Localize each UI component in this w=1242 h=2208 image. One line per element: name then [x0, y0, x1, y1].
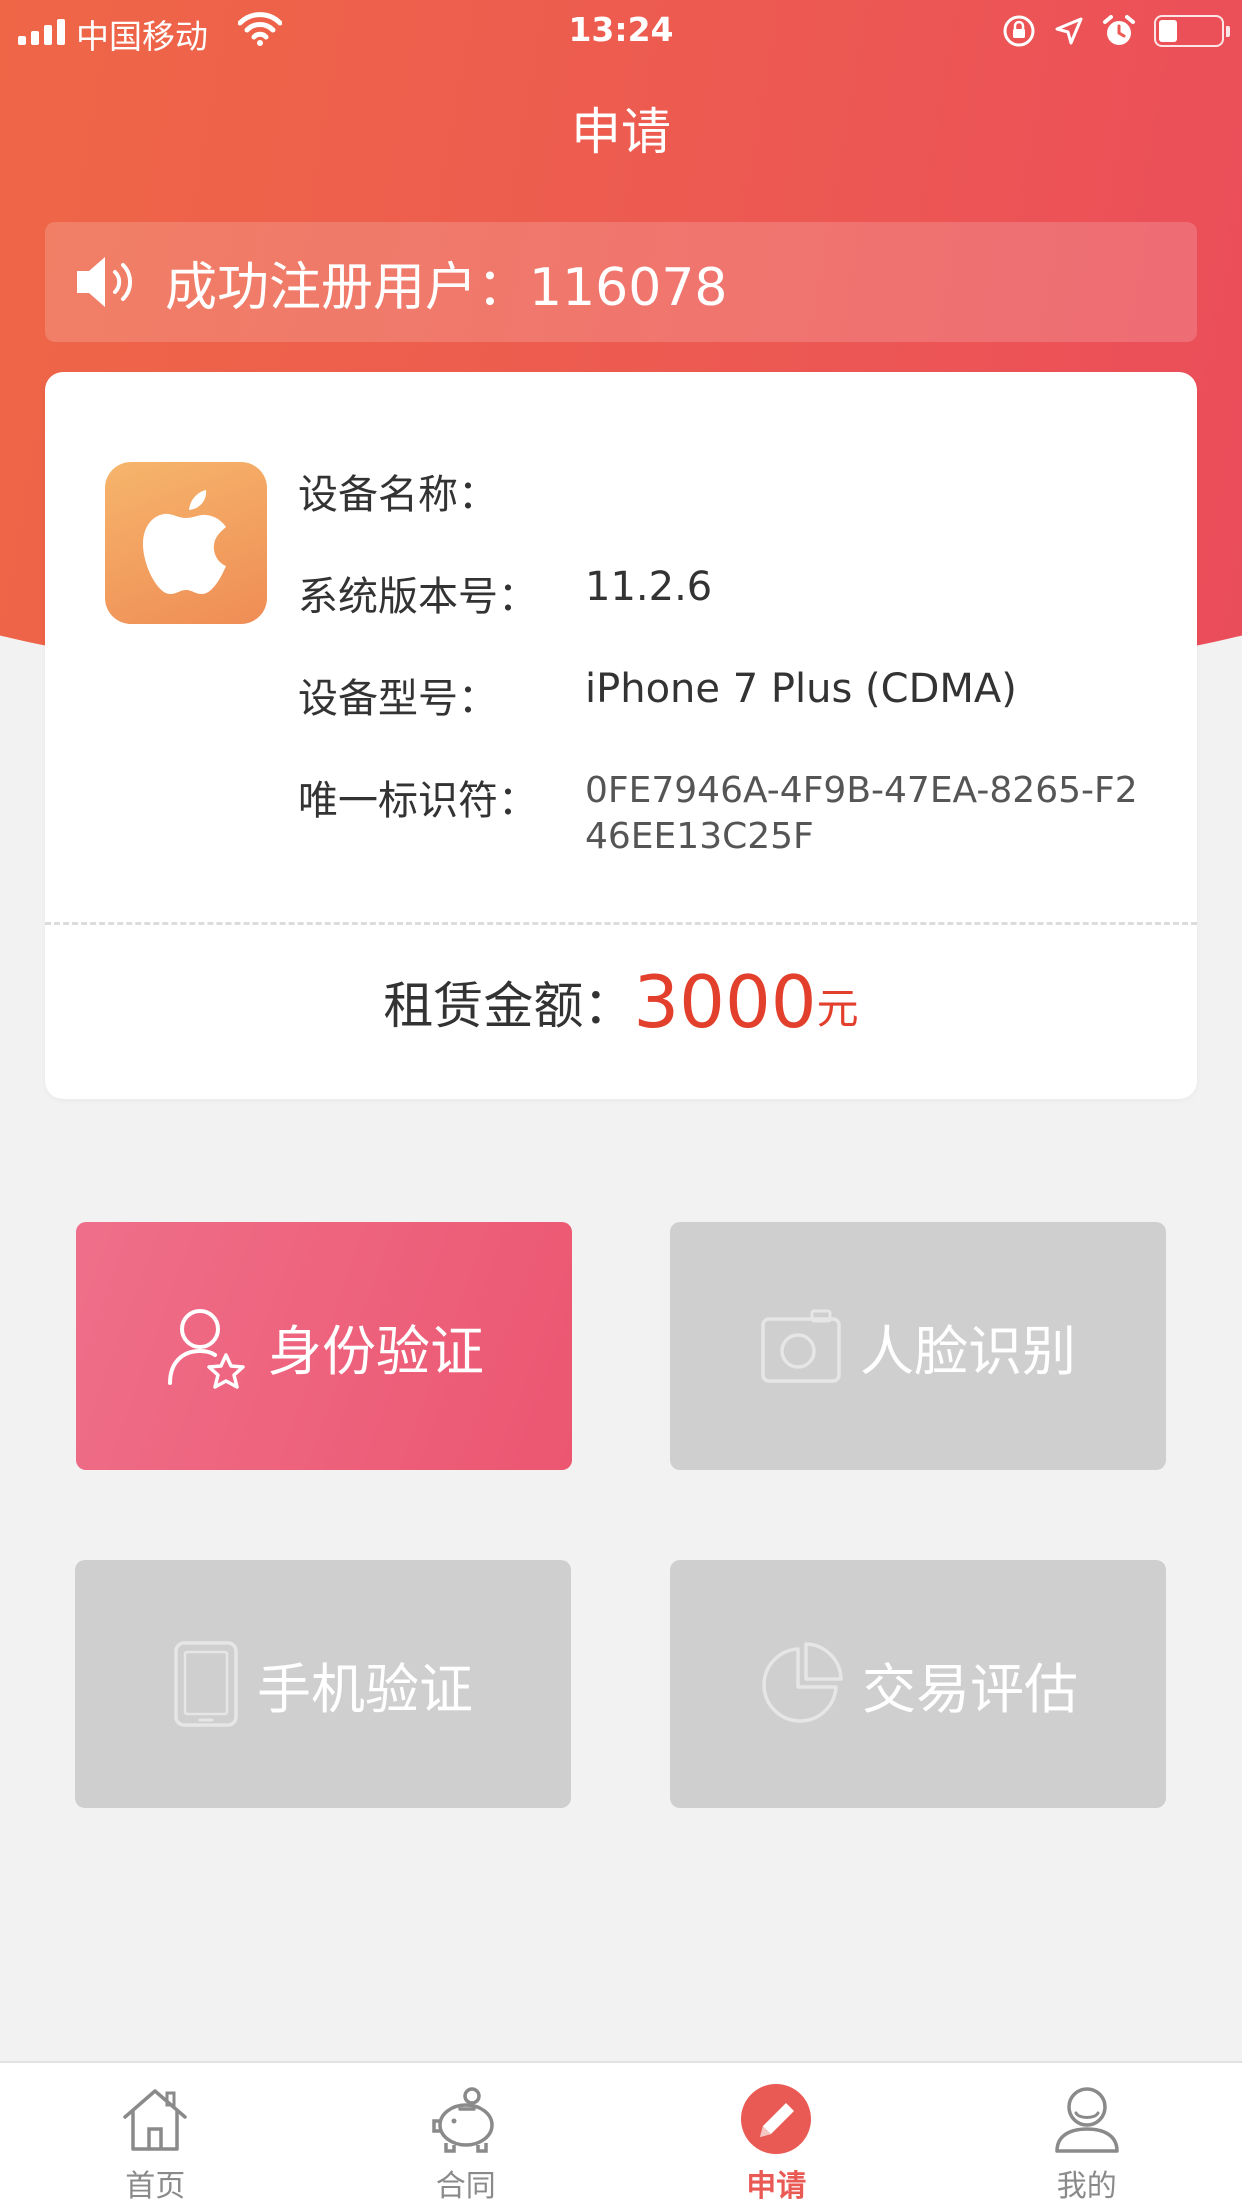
rental-amount: 租赁金额：3000元: [45, 960, 1197, 1044]
rental-amount-label: 租赁金额：: [383, 977, 634, 1035]
transaction-evaluation-button[interactable]: 交易评估: [670, 1560, 1166, 1808]
face-recognition-label: 人脸识别: [860, 1319, 1076, 1383]
app-screen: 中国移动 13:24 申请 成功注册用户：116078 设备名称： 系统版本号：…: [0, 0, 1242, 2208]
rental-amount-value: 3000: [633, 960, 817, 1044]
bottom-tab-bar: 首页 合同 申请 我的: [0, 2061, 1242, 2208]
speaker-icon: [77, 257, 133, 307]
tab-home[interactable]: 首页: [0, 2063, 311, 2208]
home-icon: [123, 2089, 187, 2151]
identity-verification-button[interactable]: 身份验证: [76, 1222, 572, 1470]
status-bar: 中国移动 13:24: [0, 0, 1242, 62]
tab-apply[interactable]: 申请: [621, 2063, 932, 2208]
transaction-evaluation-label: 交易评估: [862, 1657, 1078, 1721]
phone-icon: [174, 1641, 238, 1727]
battery-icon: [1154, 15, 1230, 47]
os-version-value: 11.2.6: [585, 564, 713, 610]
edit-pen-icon: [741, 2084, 812, 2154]
phone-verification-button[interactable]: 手机验证: [75, 1560, 571, 1808]
os-version-label: 系统版本号：: [298, 574, 538, 620]
status-icons: [1002, 12, 1230, 50]
rotation-lock-icon: [1003, 15, 1035, 47]
location-arrow-icon: [1055, 17, 1083, 45]
rental-amount-unit: 元: [816, 984, 859, 1033]
tab-contract[interactable]: 合同: [311, 2063, 622, 2208]
pie-chart-icon: [762, 1642, 843, 1723]
piggy-bank-icon: [432, 2087, 494, 2153]
profile-icon: [1055, 2087, 1119, 2153]
tab-contract-label: 合同: [435, 2169, 496, 2204]
alarm-icon: [1103, 15, 1135, 45]
device-uid-value: 0FE7946A-4F9B-47EA-8265-F246EE13C25F: [585, 770, 1138, 857]
registered-users-notice: 成功注册用户：116078: [45, 222, 1197, 342]
face-recognition-button[interactable]: 人脸识别: [670, 1222, 1166, 1470]
device-model-label: 设备型号：: [298, 676, 498, 722]
device-uid-label: 唯一标识符：: [298, 778, 538, 824]
device-info-card: 设备名称： 系统版本号： 11.2.6 设备型号： iPhone 7 Plus …: [45, 372, 1197, 1099]
notice-text: 成功注册用户：116078: [165, 257, 728, 318]
user-star-icon: [168, 1309, 245, 1389]
tab-mine-label: 我的: [1056, 2169, 1117, 2204]
battery-level: [1159, 20, 1177, 42]
tab-apply-label: 申请: [746, 2169, 807, 2204]
apple-logo-icon: [105, 462, 267, 624]
phone-verification-label: 手机验证: [257, 1657, 473, 1721]
identity-verification-label: 身份验证: [268, 1319, 484, 1383]
camera-icon: [761, 1309, 841, 1383]
device-name-label: 设备名称：: [298, 472, 498, 518]
page-title: 申请: [571, 103, 671, 161]
tab-home-label: 首页: [125, 2169, 186, 2204]
card-divider: [45, 922, 1197, 925]
tab-mine[interactable]: 我的: [932, 2063, 1242, 2208]
device-model-value: iPhone 7 Plus (CDMA): [585, 666, 1017, 712]
